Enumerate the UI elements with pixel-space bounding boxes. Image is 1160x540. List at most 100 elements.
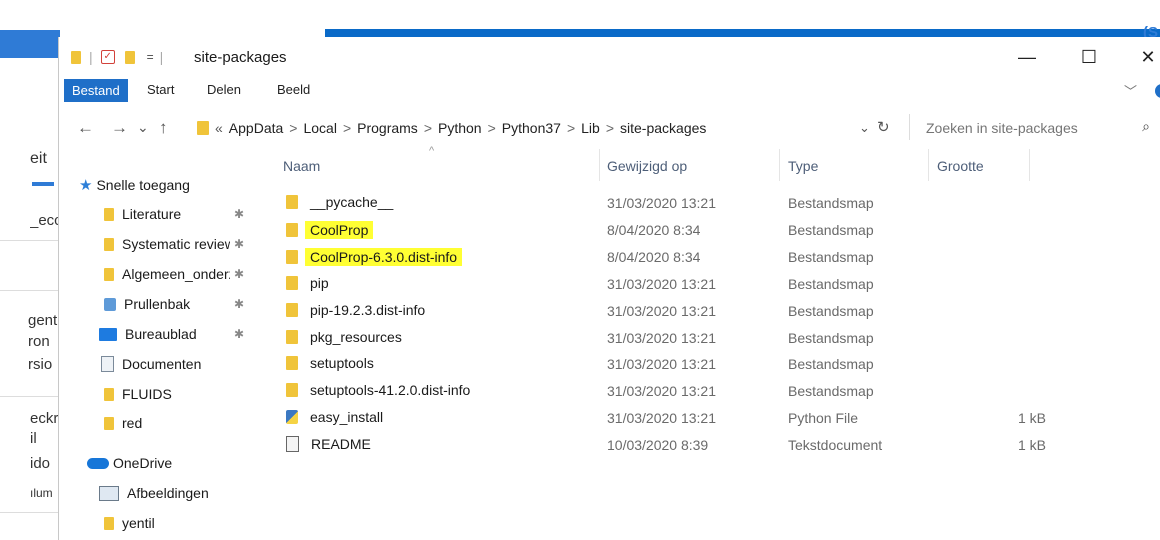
column-divider[interactable]: [779, 149, 780, 181]
forward-button[interactable]: →: [111, 118, 128, 138]
file-name-cell[interactable]: setuptools: [286, 355, 374, 371]
file-row[interactable]: pip-19.2.3.dist-info 31/03/2020 13:21 Best…: [281, 298, 1081, 325]
file-name: README: [311, 436, 371, 453]
file-name-cell[interactable]: pip: [286, 275, 329, 291]
file-name-cell[interactable]: pkg_resources: [286, 329, 402, 345]
pin-icon[interactable]: ✱: [234, 297, 244, 311]
breadcrumb-separator[interactable]: >: [567, 120, 575, 136]
nav-item-yentil[interactable]: yentil: [104, 510, 282, 536]
breadcrumb-site-packages[interactable]: site-packages: [620, 120, 706, 136]
up-button[interactable]: ↑: [159, 118, 168, 138]
file-modified: 31/03/2020 13:21: [607, 329, 716, 346]
pin-icon[interactable]: ✱: [234, 237, 244, 251]
nav-item-afbeeldingen[interactable]: Afbeeldingen: [99, 480, 277, 506]
file-name-cell[interactable]: __pycache__: [286, 194, 393, 210]
nav-item-bureaublad[interactable]: Bureaublad ✱: [99, 321, 277, 347]
tab-bestand[interactable]: Bestand: [64, 79, 128, 102]
column-divider[interactable]: [928, 149, 929, 181]
breadcrumb[interactable]: « AppData > Local > Programs > Python > …: [197, 116, 885, 140]
search-icon[interactable]: ⌕: [1142, 118, 1150, 135]
pin-icon[interactable]: ✱: [234, 207, 244, 221]
breadcrumb-separator[interactable]: >: [289, 120, 297, 136]
breadcrumb-local[interactable]: Local: [303, 120, 336, 136]
breadcrumb-python37[interactable]: Python37: [502, 120, 561, 136]
folder-icon: [286, 356, 298, 371]
search-input[interactable]: [924, 119, 1128, 137]
tab-start[interactable]: Start: [147, 82, 174, 97]
breadcrumb-programs[interactable]: Programs: [357, 120, 418, 136]
file-type: Bestandsmap: [788, 383, 874, 400]
pictures-icon: [99, 485, 119, 501]
pin-icon[interactable]: ✱: [234, 267, 244, 281]
file-row[interactable]: README 10/03/2020 8:39 Tekstdocument 1 kB: [281, 432, 1081, 459]
cloud-icon: [87, 457, 109, 469]
breadcrumb-python[interactable]: Python: [438, 120, 482, 136]
close-button[interactable]: ✕: [1125, 43, 1160, 71]
breadcrumb-separator[interactable]: >: [606, 120, 614, 136]
column-header-type[interactable]: Type: [788, 158, 818, 174]
nav-item-prullenbak[interactable]: Prullenbak ✱: [104, 291, 282, 317]
address-dropdown-icon[interactable]: ⌄: [859, 120, 870, 136]
file-row[interactable]: setuptools 31/03/2020 13:21 Bestandsmap: [281, 351, 1081, 378]
background-window-bar: [325, 29, 1160, 37]
file-name-cell[interactable]: README: [286, 436, 371, 453]
tab-delen[interactable]: Delen: [207, 82, 241, 97]
back-button[interactable]: ←: [77, 118, 94, 138]
properties-icon[interactable]: ✓: [100, 50, 115, 64]
file-modified: 31/03/2020 13:21: [607, 410, 716, 427]
pin-icon[interactable]: ✱: [234, 327, 244, 341]
file-name-cell[interactable]: CoolProp: [286, 220, 374, 239]
file-name: __pycache__: [310, 194, 394, 210]
column-header-name[interactable]: Naam: [283, 158, 320, 174]
breadcrumb-overflow[interactable]: «: [215, 120, 223, 136]
file-name-cell[interactable]: setuptools-41.2.0.dist-info: [286, 382, 470, 398]
folder-icon: [104, 237, 114, 251]
column-header-modified[interactable]: Gewijzigd op: [607, 158, 687, 174]
nav-item-systematic-review[interactable]: Systematic review ✱: [104, 231, 282, 257]
breadcrumb-separator[interactable]: >: [488, 120, 496, 136]
file-row[interactable]: pkg_resources 31/03/2020 13:21 Bestandsmap: [281, 325, 1081, 352]
folder-icon: [104, 416, 114, 430]
column-divider[interactable]: [599, 149, 600, 181]
column-header-size[interactable]: Grootte: [937, 158, 984, 174]
expand-ribbon-icon[interactable]: ﹀: [1124, 81, 1137, 100]
minimize-button[interactable]: —: [1004, 43, 1050, 71]
file-row[interactable]: CoolProp-6.3.0.dist-info 8/04/2020 8:34 Be…: [281, 244, 1081, 271]
file-row[interactable]: CoolProp 8/04/2020 8:34 Bestandsmap: [281, 217, 1081, 244]
nav-item-algemeen-onderzoek[interactable]: Algemeen_onderzoek ✱: [104, 261, 282, 287]
file-row[interactable]: setuptools-41.2.0.dist-info 31/03/2020 13…: [281, 378, 1081, 405]
file-row[interactable]: easy_install 31/03/2020 13:21 Python File 1…: [281, 405, 1081, 432]
file-name-cell[interactable]: pip-19.2.3.dist-info: [286, 302, 425, 318]
nav-item-fluids[interactable]: FLUIDS: [104, 381, 282, 407]
refresh-icon[interactable]: ↻: [877, 118, 890, 136]
file-name: setuptools: [310, 355, 374, 372]
breadcrumb-separator[interactable]: >: [424, 120, 432, 136]
recycle-bin-icon: [104, 297, 116, 311]
breadcrumb-separator[interactable]: >: [343, 120, 351, 136]
breadcrumb-lib[interactable]: Lib: [581, 120, 600, 136]
window-title: site-packages: [194, 49, 287, 66]
file-name-cell[interactable]: CoolProp-6.3.0.dist-info: [286, 247, 463, 266]
breadcrumb-appdata[interactable]: AppData: [229, 120, 283, 136]
file-type: Bestandsmap: [788, 195, 874, 211]
nav-item-red[interactable]: red: [104, 410, 282, 436]
column-divider[interactable]: [1029, 149, 1030, 181]
python-file-icon: [286, 410, 298, 425]
file-name-cell[interactable]: easy_install: [286, 409, 383, 425]
search-box[interactable]: ⌕: [909, 114, 1160, 140]
nav-quick-access[interactable]: ★ Snelle toegang: [79, 172, 257, 198]
file-row[interactable]: __pycache__ 31/03/2020 13:21 Bestandsmap: [281, 190, 1081, 217]
nav-item-documenten[interactable]: Documenten: [101, 351, 279, 377]
tab-beeld[interactable]: Beeld: [277, 82, 310, 97]
file-row[interactable]: pip 31/03/2020 13:21 Bestandsmap: [281, 271, 1081, 298]
file-size: 1 kB: [1017, 410, 1046, 427]
nav-item-literature[interactable]: Literature ✱: [104, 201, 282, 227]
help-icon[interactable]: [1155, 84, 1160, 98]
recent-locations-button[interactable]: ⌄: [137, 119, 149, 136]
new-folder-icon[interactable]: [124, 50, 135, 64]
customize-toolbar-icon[interactable]: =: [147, 50, 154, 64]
file-type: Bestandsmap: [788, 329, 874, 346]
maximize-button[interactable]: ☐: [1066, 43, 1112, 71]
nav-onedrive[interactable]: OneDrive: [87, 450, 265, 476]
file-modified: 31/03/2020 13:21: [607, 356, 716, 373]
